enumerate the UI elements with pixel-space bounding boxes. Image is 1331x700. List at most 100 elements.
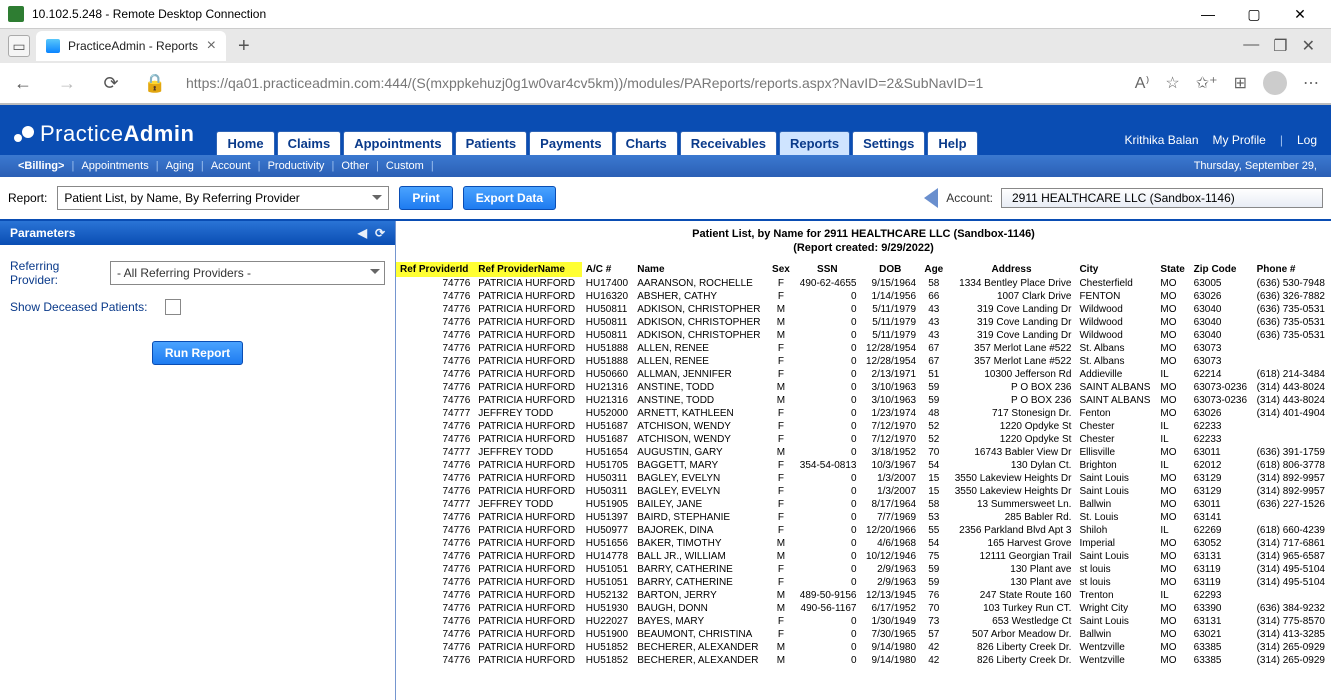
new-tab-button[interactable]: + — [232, 35, 256, 58]
tab-close-icon[interactable]: × — [207, 38, 216, 54]
read-aloud-icon[interactable]: A⁾ — [1135, 73, 1150, 93]
main-nav-tab-receivables[interactable]: Receivables — [680, 131, 777, 155]
sub-nav-other[interactable]: Other — [337, 160, 373, 172]
report-col-header: Age — [920, 262, 948, 277]
header-username[interactable]: Krithika Balan — [1124, 133, 1198, 147]
sub-nav-account[interactable]: Account — [207, 160, 255, 172]
main-nav-tab-home[interactable]: Home — [216, 131, 274, 155]
table-row[interactable]: 74776PATRICIA HURFORDHU51888ALLEN, RENEE… — [396, 342, 1331, 355]
main-nav-tab-appointments[interactable]: Appointments — [343, 131, 452, 155]
main-nav-tab-reports[interactable]: Reports — [779, 131, 850, 155]
account-chevron-icon — [924, 188, 938, 208]
main-nav: HomeClaimsAppointmentsPatientsPaymentsCh… — [216, 131, 979, 155]
browser-tab[interactable]: PracticeAdmin - Reports × — [36, 31, 226, 61]
app-logo[interactable]: PracticeAdmin — [0, 121, 208, 155]
report-toolbar: Report: Patient List, by Name, By Referr… — [0, 177, 1331, 221]
collections-icon[interactable]: ⊞ — [1234, 73, 1247, 93]
main-nav-tab-payments[interactable]: Payments — [529, 131, 612, 155]
sub-nav-appointments[interactable]: Appointments — [77, 160, 152, 172]
main-nav-tab-claims[interactable]: Claims — [277, 131, 342, 155]
table-row[interactable]: 74777JEFFREY TODDHU51654AUGUSTIN, GARYM0… — [396, 446, 1331, 459]
account-label: Account: — [946, 191, 993, 205]
run-report-button[interactable]: Run Report — [152, 341, 243, 365]
browser-menu-icon[interactable]: ⋯ — [1303, 73, 1321, 93]
sub-nav-custom[interactable]: Custom — [382, 160, 428, 172]
browser-close-icon[interactable]: ✕ — [1302, 36, 1315, 56]
parameters-panel: Parameters ◀ ⟳ Referring Provider: - All… — [0, 221, 396, 700]
nav-forward-button[interactable]: → — [54, 73, 80, 94]
window-minimize-button[interactable]: — — [1185, 0, 1231, 28]
table-row[interactable]: 74776PATRICIA HURFORDHU51656BAKER, TIMOT… — [396, 537, 1331, 550]
table-row[interactable]: 74776PATRICIA HURFORDHU50811ADKISON, CHR… — [396, 329, 1331, 342]
table-row[interactable]: 74776PATRICIA HURFORDHU22027BAYES, MARYF… — [396, 615, 1331, 628]
table-row[interactable]: 74776PATRICIA HURFORDHU51051BARRY, CATHE… — [396, 576, 1331, 589]
main-nav-tab-help[interactable]: Help — [927, 131, 977, 155]
window-close-button[interactable]: ✕ — [1277, 0, 1323, 28]
table-row[interactable]: 74776PATRICIA HURFORDHU50811ADKISON, CHR… — [396, 316, 1331, 329]
table-row[interactable]: 74776PATRICIA HURFORDHU21316ANSTINE, TOD… — [396, 381, 1331, 394]
account-value-box[interactable]: 2911 HEALTHCARE LLC (Sandbox-1146) — [1001, 188, 1323, 208]
main-nav-tab-patients[interactable]: Patients — [455, 131, 528, 155]
table-row[interactable]: 74776PATRICIA HURFORDHU50977BAJOREK, DIN… — [396, 524, 1331, 537]
table-row[interactable]: 74776PATRICIA HURFORDHU50311BAGLEY, EVEL… — [396, 472, 1331, 485]
print-button[interactable]: Print — [399, 186, 452, 210]
table-row[interactable]: 74776PATRICIA HURFORDHU50311BAGLEY, EVEL… — [396, 485, 1331, 498]
sub-nav-billing[interactable]: <Billing> — [14, 160, 68, 172]
main-nav-tab-charts[interactable]: Charts — [615, 131, 678, 155]
table-row[interactable]: 74776PATRICIA HURFORDHU16320ABSHER, CATH… — [396, 290, 1331, 303]
tab-favicon — [46, 39, 60, 53]
table-row[interactable]: 74776PATRICIA HURFORDHU51900BEAUMONT, CH… — [396, 628, 1331, 641]
report-col-header: Phone # — [1253, 262, 1331, 277]
table-row[interactable]: 74776PATRICIA HURFORDHU52132BARTON, JERR… — [396, 589, 1331, 602]
logo-icon — [14, 124, 34, 144]
nav-back-button[interactable]: ← — [10, 73, 36, 94]
window-maximize-button[interactable]: ▢ — [1231, 0, 1277, 28]
header-logout[interactable]: Log — [1297, 133, 1317, 147]
table-row[interactable]: 74777JEFFREY TODDHU51905BAILEY, JANEF08/… — [396, 498, 1331, 511]
header-my-profile[interactable]: My Profile — [1213, 133, 1266, 147]
account-value: 2911 HEALTHCARE LLC (Sandbox-1146) — [1012, 191, 1235, 205]
table-row[interactable]: 74776PATRICIA HURFORDHU51051BARRY, CATHE… — [396, 563, 1331, 576]
main-nav-tab-settings[interactable]: Settings — [852, 131, 925, 155]
app-header: PracticeAdmin HomeClaimsAppointmentsPati… — [0, 105, 1331, 155]
window-titlebar: 10.102.5.248 - Remote Desktop Connection… — [0, 0, 1331, 29]
table-row[interactable]: 74776PATRICIA HURFORDHU14778BALL JR., WI… — [396, 550, 1331, 563]
rdc-icon — [8, 6, 24, 22]
show-deceased-checkbox[interactable] — [165, 299, 181, 315]
table-row[interactable]: 74776PATRICIA HURFORDHU51687ATCHISON, WE… — [396, 433, 1331, 446]
table-row[interactable]: 74776PATRICIA HURFORDHU21316ANSTINE, TOD… — [396, 394, 1331, 407]
export-button[interactable]: Export Data — [463, 186, 556, 210]
sub-nav-productivity[interactable]: Productivity — [264, 160, 329, 172]
favorites-icon[interactable]: ☆ — [1165, 73, 1179, 93]
panel-refresh-icon[interactable]: ⟳ — [375, 226, 385, 240]
report-col-header: Name — [633, 262, 767, 277]
table-row[interactable]: 74776PATRICIA HURFORDHU51930BAUGH, DONNM… — [396, 602, 1331, 615]
table-row[interactable]: 74776PATRICIA HURFORDHU51705BAGGETT, MAR… — [396, 459, 1331, 472]
tab-actions-button[interactable]: ▭ — [8, 35, 30, 57]
profile-avatar[interactable] — [1263, 71, 1287, 95]
lock-icon[interactable]: 🔒 — [142, 73, 168, 94]
address-bar[interactable]: https://qa01.practiceadmin.com:444/(S(mx… — [186, 75, 1117, 91]
report-select[interactable]: Patient List, by Name, By Referring Prov… — [57, 186, 389, 210]
sub-nav-aging[interactable]: Aging — [162, 160, 198, 172]
table-row[interactable]: 74776PATRICIA HURFORDHU17400AARANSON, RO… — [396, 277, 1331, 290]
table-row[interactable]: 74776PATRICIA HURFORDHU50811ADKISON, CHR… — [396, 303, 1331, 316]
report-col-header: Address — [948, 262, 1076, 277]
table-row[interactable]: 74776PATRICIA HURFORDHU51397BAIRD, STEPH… — [396, 511, 1331, 524]
table-row[interactable]: 74776PATRICIA HURFORDHU51888ALLEN, RENEE… — [396, 355, 1331, 368]
table-row[interactable]: 74776PATRICIA HURFORDHU50660ALLMAN, JENN… — [396, 368, 1331, 381]
favorites-add-icon[interactable]: ✩⁺ — [1196, 73, 1218, 93]
browser-minimize-icon[interactable]: — — [1243, 36, 1259, 56]
ref-provider-select[interactable]: - All Referring Providers - — [110, 261, 385, 285]
report-col-header: SSN — [794, 262, 860, 277]
report-col-header: A/C # — [582, 262, 634, 277]
table-row[interactable]: 74776PATRICIA HURFORDHU51687ATCHISON, WE… — [396, 420, 1331, 433]
browser-restore-icon[interactable]: ❐ — [1273, 36, 1287, 56]
nav-refresh-button[interactable]: ⟳ — [98, 73, 124, 94]
table-row[interactable]: 74776PATRICIA HURFORDHU51852BECHERER, AL… — [396, 641, 1331, 654]
window-title: 10.102.5.248 - Remote Desktop Connection — [32, 7, 266, 21]
panel-back-icon[interactable]: ◀ — [358, 226, 367, 240]
table-row[interactable]: 74776PATRICIA HURFORDHU51852BECHERER, AL… — [396, 654, 1331, 667]
logo-text-2: Admin — [123, 121, 194, 147]
table-row[interactable]: 74777JEFFREY TODDHU52000ARNETT, KATHLEEN… — [396, 407, 1331, 420]
